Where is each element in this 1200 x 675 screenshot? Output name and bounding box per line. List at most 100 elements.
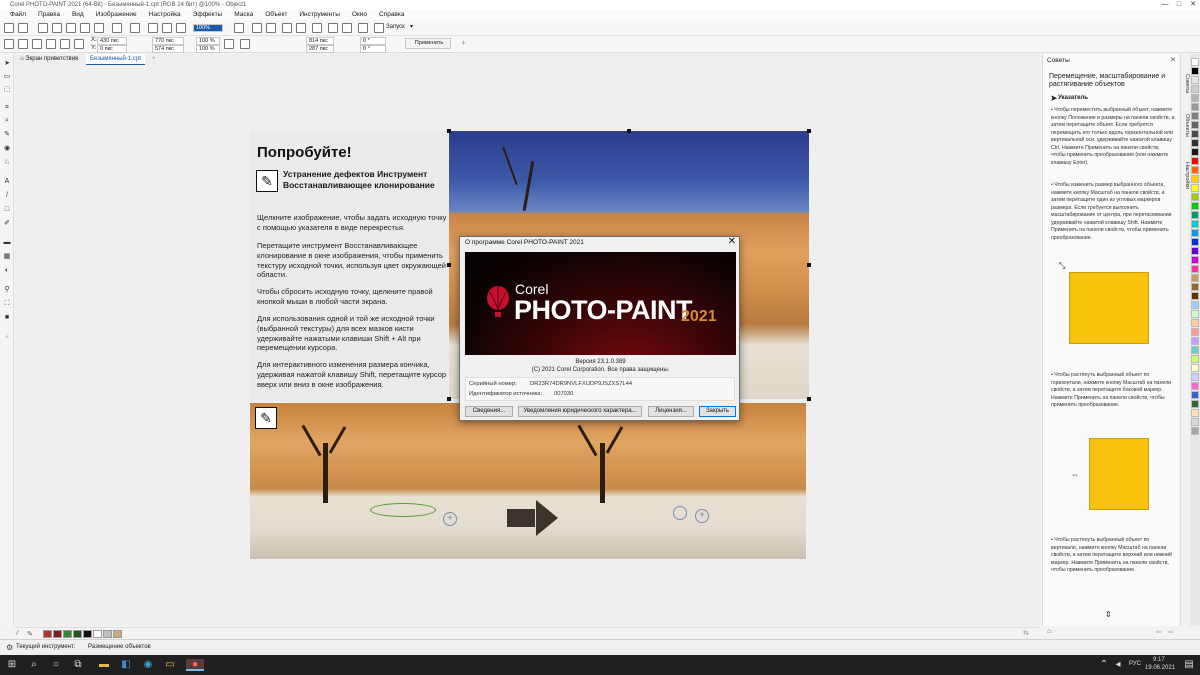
palette-swatch[interactable]	[1191, 130, 1199, 138]
palette-swatch[interactable]	[1191, 310, 1199, 318]
document-palette-swatch[interactable]	[63, 630, 72, 638]
eraser-icon[interactable]: ▬	[3, 239, 11, 247]
palette-swatch[interactable]	[1191, 364, 1199, 372]
rotation-angle-field[interactable]: 0 °	[360, 37, 386, 45]
palette-scroll-icon[interactable]: ⇆	[1023, 629, 1029, 637]
lock-ratio-icon[interactable]	[224, 39, 234, 49]
selection-handle[interactable]	[807, 263, 811, 267]
palette-pen-icon[interactable]: ✎	[27, 630, 33, 638]
apply-button[interactable]: Применить	[405, 38, 451, 49]
menu-mask[interactable]: Маска	[228, 10, 259, 20]
windows-start-icon[interactable]: ⊞	[6, 659, 18, 671]
palette-swatch[interactable]	[1191, 256, 1199, 264]
zoom-fit-icon[interactable]	[252, 23, 262, 33]
mask-transform-icon[interactable]: ⬚	[3, 86, 11, 94]
palette-swatch[interactable]	[1191, 328, 1199, 336]
fill-tool-icon[interactable]: ⛶	[3, 300, 11, 308]
eyedropper-icon[interactable]: ✎	[3, 131, 11, 139]
selection-handle[interactable]	[447, 129, 451, 133]
text-tool-icon[interactable]: A	[3, 178, 11, 186]
add-tool-icon[interactable]: +	[3, 334, 11, 342]
red-eye-icon[interactable]: ◉	[3, 145, 11, 153]
task-view-icon[interactable]: ⧉	[72, 659, 84, 671]
palette-swatch[interactable]	[1191, 166, 1199, 174]
document-palette-swatch[interactable]	[113, 630, 122, 638]
document-palette-swatch[interactable]	[53, 630, 62, 638]
rulers-icon[interactable]	[328, 23, 338, 33]
palette-swatch[interactable]	[1191, 85, 1199, 93]
dialog-close-icon[interactable]: ✕	[728, 237, 736, 247]
zoom-tool-icon[interactable]: ⌕	[3, 117, 11, 125]
palette-swatch[interactable]	[1191, 283, 1199, 291]
tips-back-icon[interactable]: ⇦	[1156, 628, 1162, 636]
palette-swatch[interactable]	[1191, 382, 1199, 390]
tips-forward-icon[interactable]: ⇨	[1168, 628, 1174, 636]
clock-date[interactable]: 19.06.2021	[1145, 665, 1175, 671]
move-tool-icon[interactable]	[4, 39, 14, 49]
selection-handle[interactable]	[447, 263, 451, 267]
edge-icon[interactable]: ◉	[142, 659, 154, 671]
mirror-horizontal-icon[interactable]	[240, 39, 250, 49]
undo-icon[interactable]	[112, 23, 122, 33]
palette-swatch[interactable]	[1191, 202, 1199, 210]
maximize-button[interactable]: □	[1172, 0, 1186, 10]
palette-swatch[interactable]	[1191, 400, 1199, 408]
x-position-field[interactable]: 430 пкс	[97, 37, 127, 45]
close-window-button[interactable]: ✕	[1186, 0, 1200, 10]
palette-swatch[interactable]	[1191, 238, 1199, 246]
guidelines-icon[interactable]	[342, 23, 352, 33]
menu-edit[interactable]: Правка	[32, 10, 66, 20]
paint-brush-icon[interactable]: ✐	[3, 220, 11, 228]
copy-icon[interactable]	[80, 23, 90, 33]
language-indicator[interactable]: РУС	[1129, 661, 1141, 667]
clock-time[interactable]: 9:17	[1153, 657, 1165, 663]
menu-help[interactable]: Справка	[373, 10, 411, 20]
side-tab-settings[interactable]: Настройки	[1182, 162, 1190, 189]
palette-swatch[interactable]	[1191, 139, 1199, 147]
document-palette-swatch[interactable]	[43, 630, 52, 638]
palette-swatch[interactable]	[1191, 391, 1199, 399]
palette-swatch[interactable]	[1191, 418, 1199, 426]
scale-tool-icon[interactable]	[32, 39, 42, 49]
photo-paint-taskbar-icon[interactable]: ●	[186, 659, 204, 671]
zoom-level-field[interactable]: 100%	[193, 24, 223, 32]
palette-swatch[interactable]	[1191, 301, 1199, 309]
selection-handle[interactable]	[447, 397, 451, 401]
selection-handle[interactable]	[807, 397, 811, 401]
center-y-field[interactable]: 287 пкс	[306, 45, 334, 53]
menu-image[interactable]: Изображение	[90, 10, 143, 20]
menu-effects[interactable]: Эффекты	[187, 10, 229, 20]
palette-eyedropper-icon[interactable]: ⁄	[17, 630, 18, 637]
palette-swatch[interactable]	[1191, 76, 1199, 84]
rotate-tool-icon[interactable]	[18, 39, 28, 49]
perspective-tool-icon[interactable]	[74, 39, 84, 49]
pick-tool-icon[interactable]: ➤	[3, 60, 11, 68]
launch-label[interactable]: Запуск	[386, 24, 405, 30]
launch-chevron-down-icon[interactable]: ▾	[410, 23, 413, 30]
line-tool-icon[interactable]: /	[3, 192, 11, 200]
scale-height-field[interactable]: 100 %	[196, 45, 220, 53]
palette-swatch[interactable]	[1191, 175, 1199, 183]
full-screen-icon[interactable]	[234, 23, 244, 33]
settings-gear-icon[interactable]: ⚙	[6, 643, 13, 652]
selection-handle[interactable]	[627, 129, 631, 133]
details-button[interactable]: Сведения...	[465, 406, 513, 417]
print-icon[interactable]	[52, 23, 62, 33]
palette-swatch[interactable]	[1191, 211, 1199, 219]
center-x-field[interactable]: 814 пкс	[306, 37, 334, 45]
legal-notices-button[interactable]: Уведомления юридического характера...	[518, 406, 642, 417]
palette-swatch[interactable]	[1191, 148, 1199, 156]
palette-swatch[interactable]	[1191, 184, 1199, 192]
network-icon[interactable]: ⌃	[1098, 659, 1110, 671]
menu-adjust[interactable]: Настройка	[143, 10, 187, 20]
search-icon[interactable]: ⌕	[28, 659, 40, 671]
new-document-icon[interactable]	[4, 23, 14, 33]
document-palette-swatch[interactable]	[103, 630, 112, 638]
scale-width-field[interactable]: 100 %	[196, 37, 220, 45]
side-tab-tips[interactable]: Советы	[1182, 74, 1190, 93]
menu-file[interactable]: Файл	[4, 10, 32, 20]
new-tab-plus-icon[interactable]: +	[148, 54, 160, 65]
export-icon[interactable]	[162, 23, 172, 33]
menu-view[interactable]: Вид	[66, 10, 90, 20]
palette-swatch[interactable]	[1191, 373, 1199, 381]
